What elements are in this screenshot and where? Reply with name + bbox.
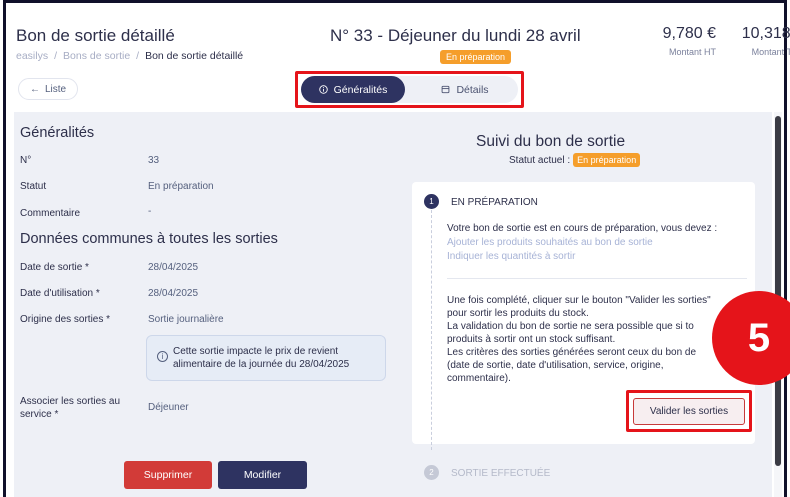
breadcrumb: easilys / Bons de sortie / Bon de sortie dét… xyxy=(16,50,243,62)
current-status: Statut actuel : En préparation xyxy=(509,153,641,167)
section-title-generalites: Généralités xyxy=(20,125,95,141)
amount-ht-value: 9,780 € xyxy=(662,25,716,42)
info-circle-icon: i xyxy=(157,351,168,362)
field-label-numero: N° xyxy=(20,155,32,166)
step-paragraph-line: Les critères des sorties générées seront… xyxy=(447,347,697,358)
field-value-statut: En préparation xyxy=(148,181,214,192)
amount-ttc: 10,318 € Montant TTC xyxy=(724,25,790,57)
tab-details-label: Détails xyxy=(456,83,489,96)
step-paragraph-line: pour sortir les produits du stock. xyxy=(447,308,589,319)
amount-ht: 9,780 € Montant HT xyxy=(640,25,716,57)
back-to-list-button[interactable]: ← Liste xyxy=(18,78,78,100)
field-label-commentaire: Commentaire xyxy=(20,208,81,219)
field-label-service-line-2: service * xyxy=(20,409,59,420)
step-label-sortie-effectuee: SORTIE EFFECTUÉE xyxy=(451,468,551,479)
tab-generalites[interactable]: Généralités xyxy=(301,76,405,103)
field-label-date-utilisation: Date d'utilisation * xyxy=(20,288,100,299)
field-label-service-line-1: Associer les sorties au xyxy=(20,396,121,407)
step-link-quantities[interactable]: Indiquer les quantités à sortir xyxy=(447,250,575,263)
section-title-donnees: Données communes à toutes les sorties xyxy=(20,231,278,247)
field-label-statut: Statut xyxy=(20,181,47,192)
field-value-origine: Sortie journalière xyxy=(148,314,224,325)
validate-outputs-button[interactable]: Valider les sorties xyxy=(633,398,745,425)
step-number-2: 2 xyxy=(424,465,439,480)
breadcrumb-item-home[interactable]: easilys xyxy=(16,50,48,62)
step-paragraph-line: Une fois complété, cliquer sur le bouton… xyxy=(447,295,711,306)
field-value-date-utilisation: 28/04/2025 xyxy=(148,288,199,299)
step-number-1: 1 xyxy=(424,194,439,209)
timeline-line xyxy=(431,210,432,450)
tab-generalites-label: Généralités xyxy=(333,83,388,96)
info-box-text: Cette sortie impacte le prix de revient … xyxy=(173,345,378,371)
breadcrumb-item-bons-de-sortie[interactable]: Bons de sortie xyxy=(63,50,130,62)
step-link-add-products[interactable]: Ajouter les produits souhaités au bon de… xyxy=(447,236,653,249)
info-box-prix-revient: i Cette sortie impacte le prix de revien… xyxy=(146,335,386,381)
amount-ht-label: Montant HT xyxy=(668,47,716,57)
field-value-commentaire: - xyxy=(148,206,152,217)
breadcrumb-separator: / xyxy=(136,50,140,62)
page-title: Bon de sortie détaillé xyxy=(16,26,175,45)
tab-details[interactable]: Détails xyxy=(413,76,517,103)
back-button-label: Liste xyxy=(44,83,67,95)
step-paragraph-line: commentaire). xyxy=(447,373,511,384)
info-box-line-1: Cette sortie impacte le prix de revient xyxy=(173,346,339,357)
field-value-numero: 33 xyxy=(148,155,160,166)
info-circle-icon xyxy=(318,85,328,94)
current-status-badge: En préparation xyxy=(573,153,641,167)
suivi-title: Suivi du bon de sortie xyxy=(476,133,626,150)
step-divider xyxy=(447,278,747,279)
step-paragraph-line: La validation du bon de sortie ne sera p… xyxy=(447,321,694,332)
tabs-highlight: Généralités Détails xyxy=(295,71,524,108)
info-box-line-2: alimentaire de la journée du 28/04/2025 xyxy=(173,359,350,370)
tab-bar: Généralités Détails xyxy=(301,76,518,103)
step-paragraph-line: (date de sortie, date d'utilisation, ser… xyxy=(447,360,664,371)
step-intro-text: Votre bon de sortie est en cours de prép… xyxy=(447,223,718,234)
breadcrumb-separator: / xyxy=(54,50,58,62)
document-title: N° 33 - Déjeuner du lundi 28 avril xyxy=(330,26,581,45)
edit-button[interactable]: Modifier xyxy=(218,461,307,489)
amount-ttc-value: 10,318 € xyxy=(741,25,790,42)
scrollbar-thumb[interactable] xyxy=(775,116,781,466)
field-label-origine: Origine des sorties * xyxy=(20,314,111,325)
arrow-left-icon: ← xyxy=(29,83,40,95)
current-status-label: Statut actuel : xyxy=(509,155,571,166)
delete-button[interactable]: Supprimer xyxy=(124,461,212,489)
receipt-icon xyxy=(442,85,450,94)
amount-ttc-label: Montant TTC xyxy=(751,47,790,57)
field-label-date-sortie: Date de sortie * xyxy=(20,262,89,273)
breadcrumb-item-current: Bon de sortie détaillé xyxy=(145,50,244,62)
step-label-preparation: EN PRÉPARATION xyxy=(451,197,538,208)
step-paragraph-line: produits à sortir ont un stock suffisant… xyxy=(447,334,616,345)
field-label-service: Associer les sorties au service * xyxy=(20,395,120,421)
field-value-service: Déjeuner xyxy=(148,402,189,413)
status-badge: En préparation xyxy=(440,50,512,64)
field-value-date-sortie: 28/04/2025 xyxy=(148,262,199,273)
